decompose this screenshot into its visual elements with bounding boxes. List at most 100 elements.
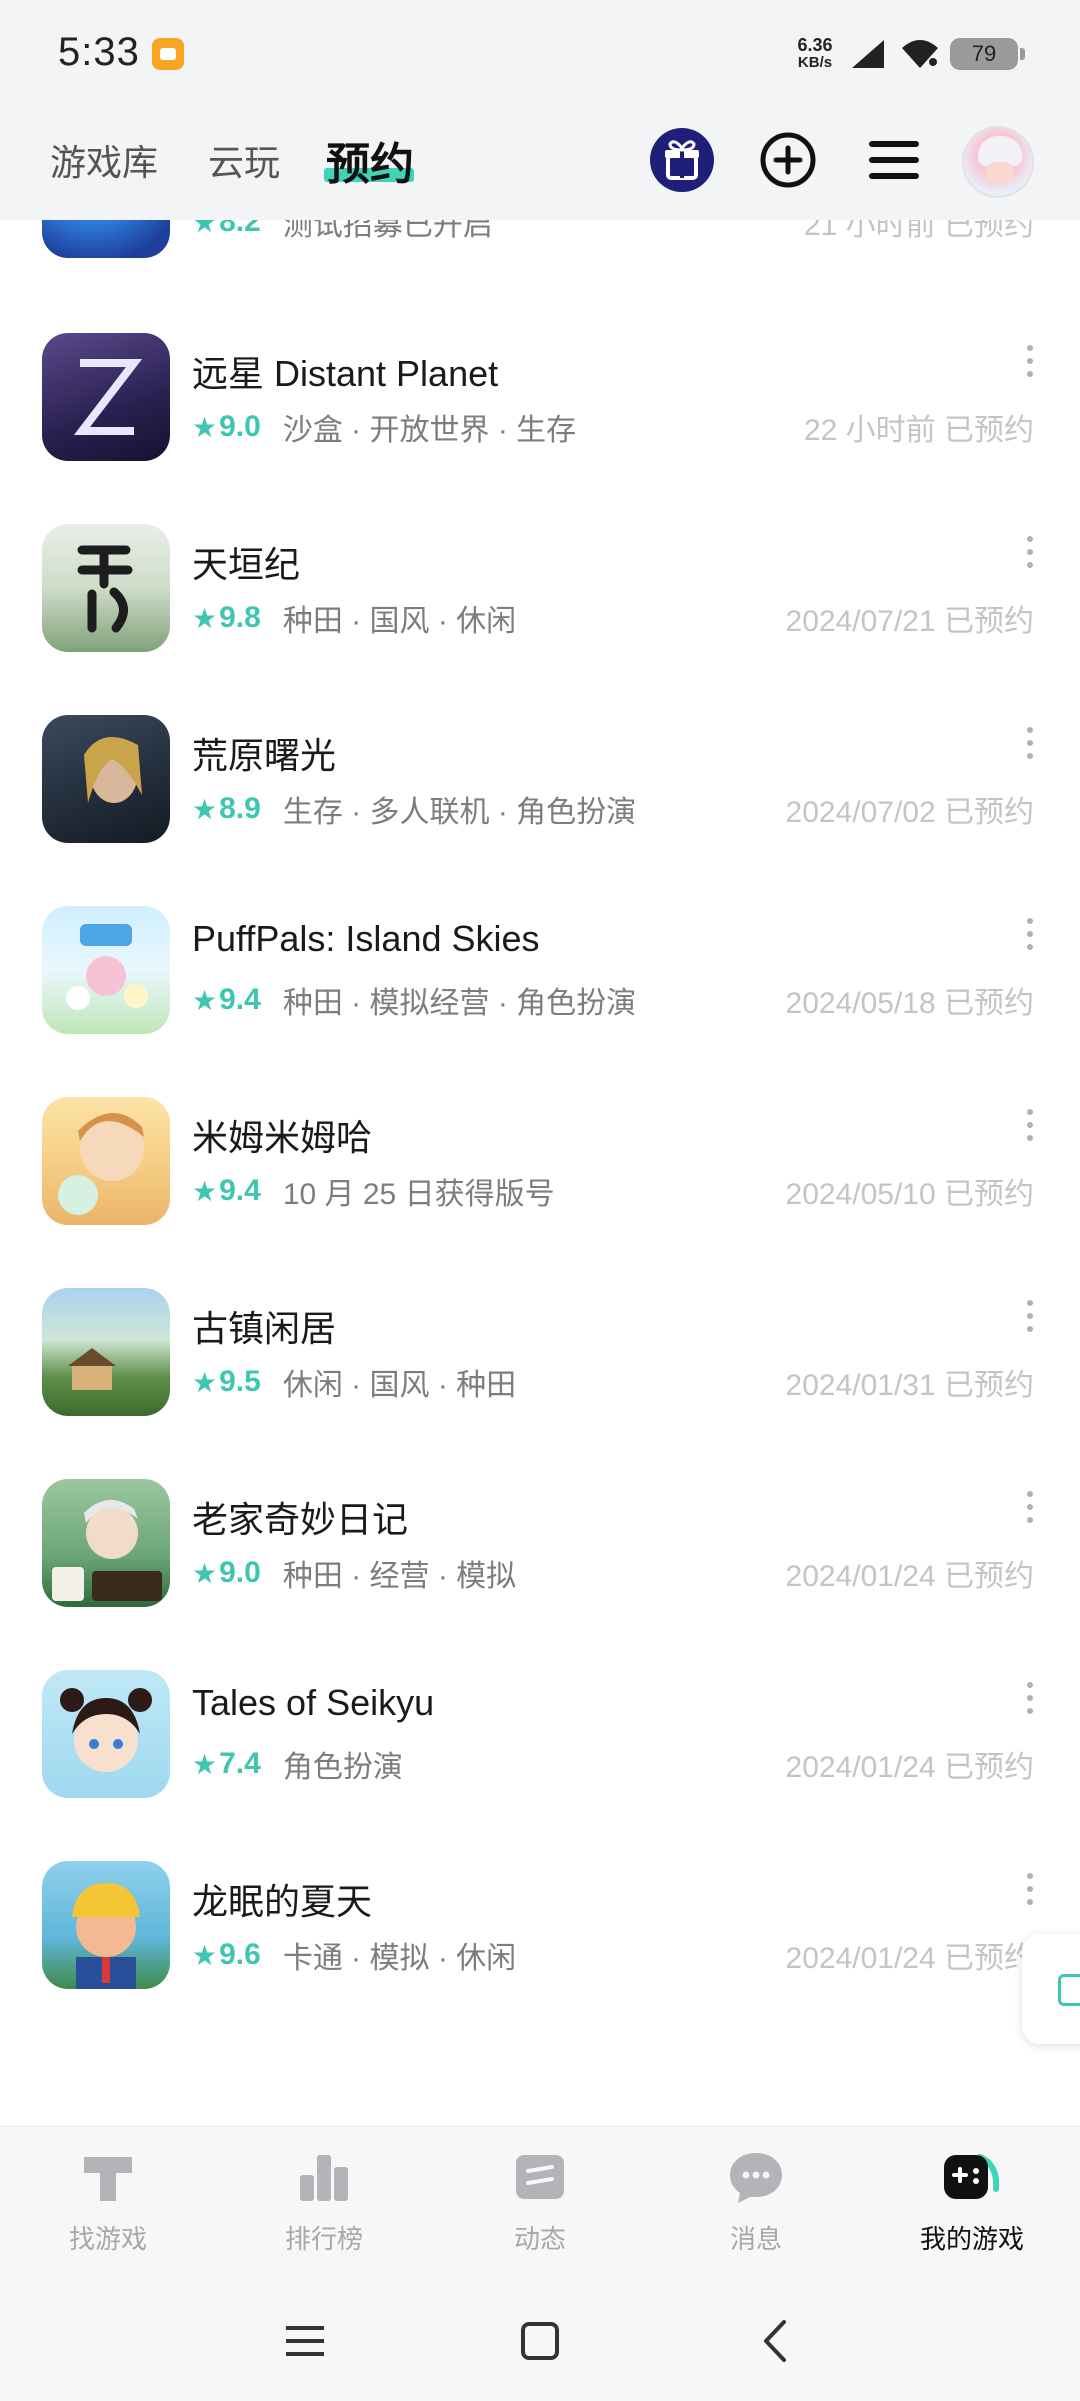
game-score: 9.0: [219, 410, 261, 443]
game-tags: 种田 · 模拟经营 · 角色扮演: [282, 987, 637, 1020]
menu-icon[interactable]: [860, 126, 928, 194]
nav-label: 消息: [729, 2224, 782, 2254]
mahjong-character-icon: [52, 1499, 162, 1601]
battery-level: 79: [950, 38, 1018, 70]
game-score: 9.4: [219, 983, 261, 1016]
game-tags: 10 月 25 日获得版号: [282, 1178, 555, 1211]
game-icon-tales-of-seikyu: [42, 1670, 170, 1798]
gift-icon[interactable]: [648, 126, 716, 194]
reserve-date: 2024/07/02 已预约: [785, 796, 1034, 829]
recent-apps-icon[interactable]: [280, 2316, 330, 2366]
game-name: 远星 Distant Planet: [192, 353, 499, 394]
status-time: 5:33: [58, 30, 140, 74]
game-row[interactable]: 天垣纪 ★ 9.8 种田 · 国风 · 休闲 2024/07/21 已预约: [0, 522, 1080, 713]
reserve-date: 22 小时前 已预约: [803, 414, 1034, 447]
game-icon-ancient-town: [42, 1288, 170, 1416]
more-options-icon[interactable]: [1024, 1109, 1036, 1149]
network-speed-value: 6.36: [797, 35, 833, 55]
game-row[interactable]: 老家奇妙日记 ★ 9.0 种田 · 经营 · 模拟 2024/01/24 已预约: [0, 1477, 1080, 1668]
star-icon: ★: [192, 1939, 218, 1971]
user-avatar[interactable]: [962, 126, 1034, 198]
game-row[interactable]: 米姆米姆哈 ★ 9.4 10 月 25 日获得版号 2024/05/10 已预约: [0, 1095, 1080, 1286]
more-options-icon[interactable]: [1024, 918, 1036, 958]
battery-tip: [1020, 48, 1025, 60]
tab-game-library[interactable]: 游戏库: [50, 134, 158, 186]
more-options-icon[interactable]: [1024, 1300, 1036, 1340]
game-name: PuffPals: Island Skies: [192, 918, 540, 959]
game-score: 9.0: [219, 1556, 261, 1589]
reserve-date: 2024/01/31 已预约: [785, 1369, 1034, 1402]
tab-reservations[interactable]: 预约: [326, 128, 414, 192]
game-row[interactable]: 荒原曙光 ★ 8.9 生存 · 多人联机 · 角色扮演 2024/07/02 已…: [0, 713, 1080, 904]
game-tags: 生存 · 多人联机 · 角色扮演: [282, 796, 637, 829]
anime-girl-icon: [60, 1688, 152, 1772]
star-icon: ★: [192, 411, 218, 443]
add-icon[interactable]: [754, 126, 822, 194]
game-tags: 休闲 · 国风 · 种田: [282, 1369, 517, 1402]
game-name: 龙眠的夏天: [192, 1881, 373, 1922]
game-row[interactable]: 古镇闲居 ★ 9.5 休闲 · 国风 · 种田 2024/01/31 已预约: [0, 1286, 1080, 1477]
game-name: 米姆米姆哈: [192, 1117, 373, 1158]
more-options-icon[interactable]: [1024, 345, 1036, 385]
game-meta: ★ 9.0 种田 · 经营 · 模拟: [192, 1551, 516, 1595]
cottage-icon: [68, 1348, 116, 1390]
reserve-date: 2024/01/24 已预约: [785, 1560, 1034, 1593]
game-icon-puffpals: [42, 906, 170, 1034]
game-tags: 卡通 · 模拟 · 休闲: [282, 1942, 517, 1975]
more-options-icon[interactable]: [1024, 536, 1036, 576]
game-score: 7.4: [219, 1747, 261, 1780]
nav-find-game[interactable]: 找游戏: [28, 2147, 188, 2267]
game-icon-dragon-summer: [42, 1861, 170, 1989]
reserve-date: 2024/07/21 已预约: [785, 605, 1034, 638]
game-row[interactable]: 远星 Distant Planet ★ 9.0 沙盒 · 开放世界 · 生存 2…: [0, 331, 1080, 522]
star-icon: ★: [192, 1557, 218, 1589]
bottom-navigation: 找游戏 排行榜 动态 消息 我的游戏: [0, 2126, 1080, 2276]
chibi-character-icon: [58, 1112, 144, 1215]
network-speed-unit: KB/s: [797, 54, 833, 71]
nav-feed[interactable]: 动态: [460, 2147, 620, 2267]
nav-label: 排行榜: [284, 2224, 363, 2254]
more-options-icon[interactable]: [1024, 1873, 1036, 1913]
nav-label: 我的游戏: [919, 2224, 1024, 2254]
reserve-date: 2024/01/24 已预约: [785, 1751, 1034, 1784]
game-tags: 沙盒 · 开放世界 · 生存: [282, 414, 577, 447]
back-icon[interactable]: [752, 2316, 802, 2366]
island-character-icon: [66, 924, 148, 1010]
message-icon: [730, 2153, 782, 2203]
wifi-icon: [902, 40, 938, 68]
game-tags: 角色扮演: [282, 1751, 403, 1784]
more-options-icon[interactable]: [1024, 1682, 1036, 1722]
more-options-icon[interactable]: [1024, 727, 1036, 767]
star-icon: ★: [192, 1175, 218, 1207]
tab-reservations-label: 预约: [326, 140, 414, 189]
tab-cloud-play[interactable]: 云玩: [208, 134, 280, 186]
nav-messages[interactable]: 消息: [676, 2147, 836, 2267]
star-icon: ★: [192, 984, 218, 1016]
nav-label: 动态: [513, 2224, 566, 2254]
game-score: 9.6: [219, 1938, 261, 1971]
game-meta: ★ 9.6 卡通 · 模拟 · 休闲: [192, 1933, 516, 1977]
network-speed: 6.36 KB/s: [790, 36, 840, 72]
game-meta: ★ 7.4 角色扮演: [192, 1742, 403, 1786]
game-meta: ★ 9.4 种田 · 模拟经营 · 角色扮演: [192, 978, 636, 1022]
game-row[interactable]: Tales of Seikyu ★ 7.4 角色扮演 2024/01/24 已预…: [0, 1668, 1080, 1859]
star-icon: ★: [192, 220, 218, 238]
home-icon[interactable]: [515, 2316, 565, 2366]
game-row[interactable]: ★ 8.2 测试招募已开启 21 小时前 已预约: [0, 220, 1080, 289]
star-icon: ★: [192, 1748, 218, 1780]
game-icon-wasteland-dawn: [42, 715, 170, 843]
game-row[interactable]: 龙眠的夏天 ★ 9.6 卡通 · 模拟 · 休闲 2024/01/24 已预约: [0, 1859, 1080, 2050]
nav-ranking[interactable]: 排行榜: [244, 2147, 404, 2267]
floating-download-button[interactable]: [1022, 1934, 1080, 2044]
game-icon-distant-planet: [42, 333, 170, 461]
game-score: 9.8: [219, 601, 261, 634]
more-options-icon[interactable]: [1024, 1491, 1036, 1531]
find-game-icon: [84, 2157, 132, 2201]
game-meta: ★ 9.5 休闲 · 国风 · 种田: [192, 1360, 516, 1404]
nav-my-games[interactable]: 我的游戏: [892, 2147, 1052, 2267]
star-icon: ★: [192, 793, 218, 825]
game-row[interactable]: PuffPals: Island Skies ★ 9.4 种田 · 模拟经营 ·…: [0, 904, 1080, 1095]
nav-label: 找游戏: [68, 2224, 147, 2254]
character-portrait-icon: [84, 737, 142, 803]
game-icon-hometown-diary: [42, 1479, 170, 1607]
